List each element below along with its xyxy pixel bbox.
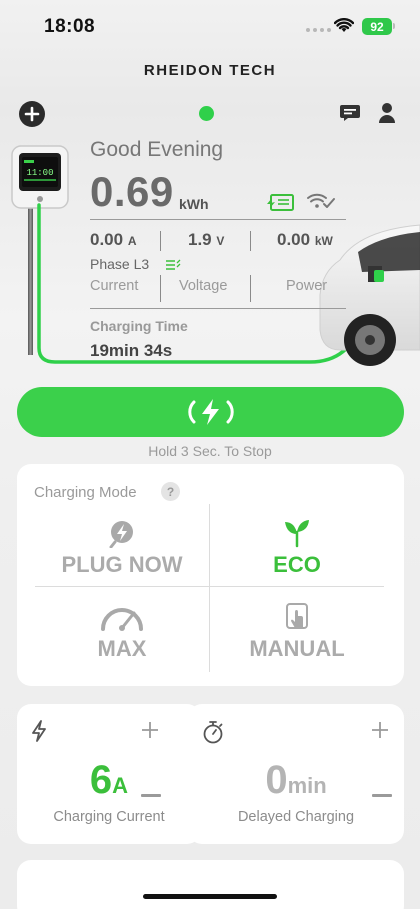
hand-tap-icon <box>286 603 308 629</box>
greeting-text: Good Evening <box>90 138 224 161</box>
charging-current-card: 6A Charging Current <box>17 704 201 844</box>
leaf-icon <box>285 520 309 548</box>
delayed-charging-card: 0min Delayed Charging <box>188 704 404 844</box>
mode-option-eco[interactable]: ECO <box>210 518 384 600</box>
charging-mode-title: Charging Mode <box>34 484 137 501</box>
current-value: 0.00 <box>90 230 124 249</box>
divider <box>250 231 251 251</box>
power-reading: 0.00 kW <box>277 230 333 250</box>
divider <box>250 275 251 302</box>
delayed-charging-value: 0min <box>188 758 404 803</box>
mode-option-plug-now[interactable]: PLUG NOW <box>35 520 209 602</box>
lightning-icon <box>31 720 47 747</box>
mode-label-eco: ECO <box>273 552 321 577</box>
voltage-reading: 1.9 V <box>188 230 224 250</box>
plug-bolt-icon <box>109 521 133 548</box>
wifi-connected-icon <box>306 192 336 215</box>
next-card-partial <box>17 860 404 909</box>
speedometer-icon <box>101 608 143 631</box>
increase-current-button[interactable] <box>138 718 162 742</box>
home-indicator[interactable] <box>143 894 277 899</box>
phase-lines-icon <box>165 258 181 276</box>
current-label: Current <box>90 278 139 294</box>
current-unit: A <box>127 234 137 248</box>
voltage-value: 1.9 <box>188 230 212 249</box>
charging-current-label: Charging Current <box>53 809 165 825</box>
mode-label-max: MAX <box>97 636 147 661</box>
increase-delay-button[interactable] <box>368 718 392 742</box>
energy-unit: kWh <box>179 196 209 212</box>
energy-value: 0.69 <box>90 168 174 215</box>
mode-label-manual: MANUAL <box>249 636 345 661</box>
charging-current-number: 6 <box>89 758 113 802</box>
delayed-charging-label: Delayed Charging <box>237 809 355 825</box>
mode-option-manual[interactable]: MANUAL <box>210 602 384 684</box>
charging-mode-card: Charging Mode ? PLUG NOW ECO MAX MANUAL <box>17 464 404 686</box>
divider <box>160 231 161 251</box>
delayed-charging-unit: min <box>287 773 327 798</box>
divider <box>160 275 161 302</box>
divider <box>90 308 346 309</box>
delayed-charging-number: 0 <box>265 758 288 802</box>
charging-time-label: Charging Time <box>90 318 188 334</box>
voltage-label: Voltage <box>179 278 228 294</box>
plus-icon <box>372 722 388 738</box>
current-reading: 0.00 A <box>90 230 137 250</box>
mode-option-max[interactable]: MAX <box>35 602 209 684</box>
charging-current-unit: A <box>112 773 129 798</box>
phase-label: Phase L3 <box>90 256 150 272</box>
voltage-unit: V <box>216 234 225 248</box>
charging-current-value: 6A <box>17 758 201 803</box>
mode-label-plug-now: PLUG NOW <box>61 552 183 577</box>
rfid-card-icon <box>265 190 295 217</box>
power-unit: kW <box>314 234 333 248</box>
power-label: Power <box>286 278 328 294</box>
charging-time-value: 19min 34s <box>90 341 173 360</box>
hold-to-stop-hint: Hold 3 Sec. To Stop <box>148 443 272 459</box>
divider <box>90 219 346 220</box>
stopwatch-icon <box>202 720 224 749</box>
charging-bolt-icon <box>187 399 234 425</box>
power-value: 0.00 <box>277 230 311 249</box>
stop-charging-button[interactable] <box>17 387 404 437</box>
help-icon[interactable]: ? <box>161 482 180 501</box>
plus-icon <box>142 722 158 738</box>
